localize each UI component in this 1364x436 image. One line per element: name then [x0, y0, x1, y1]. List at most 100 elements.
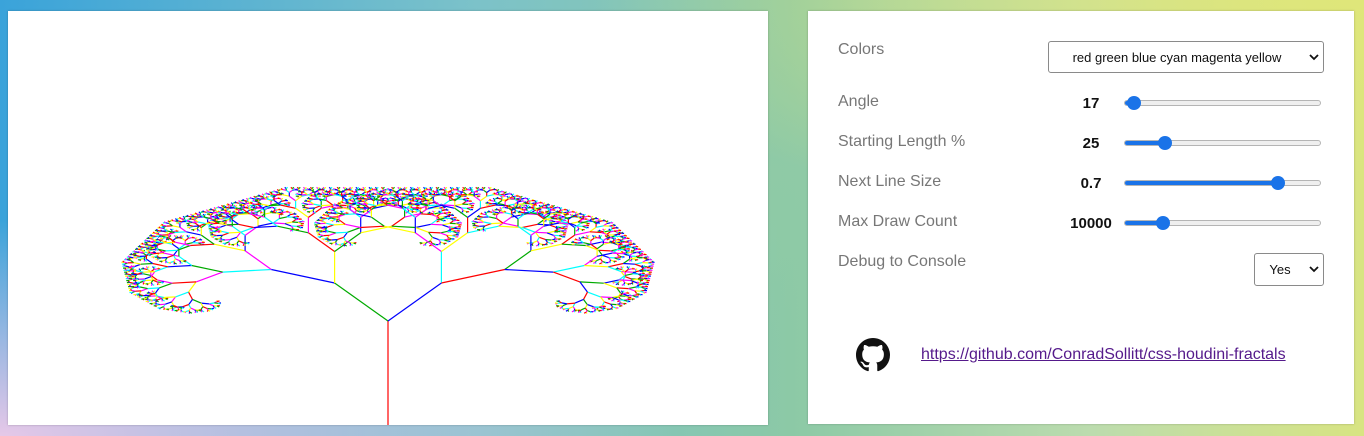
fractal-branch — [628, 241, 631, 244]
fractal-branch — [604, 301, 611, 305]
github-link[interactable]: https://github.com/ConradSollitt/css-hou… — [921, 346, 1286, 364]
fractal-branch — [594, 310, 596, 313]
fractal-branch — [196, 229, 199, 232]
fractal-branch — [536, 240, 540, 244]
fractal-branch — [147, 282, 152, 285]
fractal-branch — [316, 222, 321, 225]
fractal-branch — [579, 281, 588, 293]
slider-thumb[interactable] — [1270, 176, 1285, 190]
fractal-branch — [570, 221, 579, 225]
fractal-branch — [631, 298, 634, 301]
slider-track — [1124, 140, 1321, 146]
fractal-branch — [129, 268, 134, 271]
fractal-branch — [204, 213, 207, 216]
fractal-branch — [140, 246, 145, 248]
fractal-branch — [180, 310, 182, 313]
fractal-branch — [371, 216, 385, 227]
fractal-branch — [565, 309, 569, 312]
fractal-branch — [162, 224, 167, 227]
github-icon[interactable] — [856, 338, 890, 372]
fractal-branch — [145, 279, 158, 282]
debug-label: Debug to Console — [838, 253, 967, 270]
fractal-branch — [465, 211, 468, 214]
fractal-branch — [486, 194, 495, 197]
fractal-branch — [418, 186, 421, 189]
fractal-branch — [337, 236, 344, 241]
fractal-branch — [187, 291, 194, 300]
fractal-branch — [606, 237, 611, 239]
fractal-branch — [270, 210, 274, 213]
slider-thumb[interactable] — [1158, 136, 1173, 150]
fractal-branch — [188, 281, 197, 293]
fractal-branch — [366, 211, 369, 214]
fractal-branch — [165, 249, 178, 252]
slider-thumb[interactable] — [1126, 96, 1141, 110]
colors-select[interactable]: red green blue cyan magenta yellow — [1048, 41, 1324, 73]
fractal-branch — [635, 268, 638, 271]
fractal-branch — [583, 299, 588, 305]
fractal-branch — [200, 310, 203, 313]
fractal-branch — [580, 307, 586, 311]
fractal-branch — [615, 307, 617, 310]
fractal-branch — [210, 226, 215, 229]
fractal-branch — [469, 209, 472, 212]
fractal-branch — [135, 251, 139, 254]
fractal-branch — [228, 243, 231, 246]
fractal-branch — [603, 228, 606, 231]
fractal-branch — [144, 276, 152, 280]
fractal-branch — [186, 231, 202, 236]
fractal-branch — [208, 303, 214, 307]
fractal-branch — [638, 284, 643, 288]
debug-select[interactable]: Yes — [1254, 253, 1324, 286]
fractal-branch — [210, 208, 213, 211]
fractal-branch — [640, 275, 645, 278]
fractal-branch — [317, 195, 320, 198]
fractal-branch — [593, 261, 596, 264]
angle-slider[interactable] — [1124, 95, 1321, 111]
fractal-branch — [623, 284, 626, 286]
fractal-branch — [450, 227, 455, 230]
fractal-branch — [617, 232, 622, 235]
fractal-branch — [441, 209, 446, 212]
fractal-branch — [547, 241, 551, 244]
fractal-branch — [598, 249, 611, 252]
fractal-branch — [157, 229, 162, 232]
fractal-branch — [304, 186, 307, 189]
debug-select-value: Yes — [1269, 262, 1291, 277]
fractal-branch — [391, 225, 416, 229]
fractal-branch — [150, 284, 153, 286]
fractal-branch — [317, 218, 320, 221]
fractal-branch — [153, 268, 158, 271]
fractal-branch — [606, 222, 611, 225]
fractal-branch — [599, 237, 604, 242]
fractal-branch — [504, 193, 509, 196]
fractal-branch — [445, 186, 448, 189]
fractal-branch — [507, 195, 511, 198]
fractal-branch — [181, 235, 184, 238]
max-draw-count-value: 10000 — [1070, 215, 1112, 232]
fractal-branch — [295, 216, 298, 219]
fractal-branch — [463, 186, 467, 189]
fractal-branch — [587, 235, 590, 238]
fractal-branch — [164, 261, 167, 264]
starting-length-slider[interactable] — [1124, 135, 1321, 151]
fractal-branch — [430, 186, 434, 189]
next-line-size-slider[interactable] — [1124, 175, 1321, 191]
fractal-branch — [143, 259, 146, 262]
fractal-branch — [146, 299, 149, 302]
fractal-branch — [257, 197, 262, 200]
fractal-branch — [178, 220, 183, 223]
fractal-branch — [442, 224, 450, 228]
max-draw-count-slider[interactable] — [1124, 215, 1321, 231]
fractal-branch — [320, 216, 323, 219]
fractal-branch — [599, 220, 604, 222]
fractal-branch — [436, 217, 445, 221]
fractal-branch — [133, 284, 138, 288]
fractal-branch — [271, 268, 335, 284]
fractal-branch — [540, 213, 542, 216]
fractal-branch — [558, 238, 560, 241]
fractal-branch — [561, 302, 568, 305]
fractal-branch — [416, 209, 420, 213]
slider-thumb[interactable] — [1156, 216, 1171, 230]
fractal-branch — [627, 266, 631, 269]
